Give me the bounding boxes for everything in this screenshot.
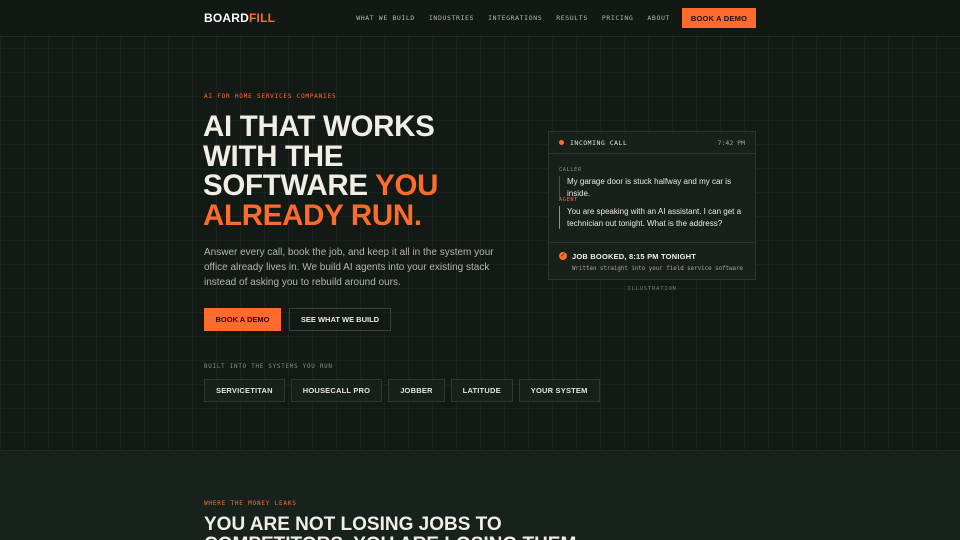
nav-link-integrations[interactable]: INTEGRATIONS bbox=[488, 14, 542, 22]
logo-text-fill: FILL bbox=[249, 11, 276, 25]
incoming-call-card: INCOMING CALL 7:42 PM CALLER My garage d… bbox=[548, 131, 756, 280]
integration-chip-your-system[interactable]: YOUR SYSTEM bbox=[518, 379, 600, 402]
hero-description: Answer every call, book the job, and kee… bbox=[204, 247, 494, 288]
integration-chip-jobber[interactable]: JOBBER bbox=[388, 379, 445, 402]
hero-headline: AI THAT WORKS WITH THE SOFTWARE YOU ALRE… bbox=[203, 112, 503, 230]
call-card-header: INCOMING CALL 7:42 PM bbox=[549, 132, 755, 154]
integration-chip-housecall-pro[interactable]: HOUSECALL PRO bbox=[290, 379, 383, 402]
call-card-title: INCOMING CALL bbox=[570, 139, 628, 147]
nav-link-results[interactable]: RESULTS bbox=[556, 14, 588, 22]
hero-see-what-we-build-button[interactable]: SEE WHAT WE BUILD bbox=[289, 308, 391, 331]
job-booked-subtext: Written straight into your field service… bbox=[572, 266, 744, 272]
integrations-label: BUILT INTO THE SYSTEMS YOU RUN bbox=[204, 364, 333, 370]
nav-link-about[interactable]: ABOUT bbox=[647, 14, 670, 22]
hero-eyebrow: AI FOR HOME SERVICES COMPANIES bbox=[204, 93, 337, 100]
agent-message: You are speaking with an AI assistant. I… bbox=[559, 206, 749, 229]
integration-chip-servicetitan[interactable]: SERVICETITAN bbox=[204, 379, 285, 402]
nav-book-demo-button[interactable]: BOOK A DEMO bbox=[682, 8, 756, 28]
nav-links: WHAT WE BUILD INDUSTRIES INTEGRATIONS RE… bbox=[356, 14, 670, 22]
agent-label: AGENT bbox=[559, 197, 578, 203]
brand-logo[interactable]: BOARDFILL bbox=[204, 11, 275, 25]
headline-line-2: WITH THE bbox=[203, 139, 344, 173]
job-booked-text: JOB BOOKED, 8:15 PM TONIGHT bbox=[572, 252, 697, 261]
job-booked-footer: ✓ JOB BOOKED, 8:15 PM TONIGHT Written st… bbox=[549, 242, 755, 280]
section2-headline: YOU ARE NOT LOSING JOBS TO COMPETITORS. … bbox=[204, 514, 576, 540]
integration-chips: SERVICETITAN HOUSECALL PRO JOBBER LATITU… bbox=[204, 379, 600, 402]
live-dot-icon bbox=[559, 140, 564, 145]
hero-book-demo-button[interactable]: BOOK A DEMO bbox=[204, 308, 281, 331]
call-card-time: 7:42 PM bbox=[717, 139, 745, 147]
nav-link-industries[interactable]: INDUSTRIES bbox=[429, 14, 474, 22]
headline-line-3b: YOU bbox=[375, 169, 439, 202]
headline-line-4: ALREADY RUN. bbox=[203, 198, 422, 232]
logo-text-board: BOARD bbox=[204, 11, 249, 25]
headline-line-1: AI THAT WORKS bbox=[203, 110, 435, 143]
nav-link-pricing[interactable]: PRICING bbox=[602, 14, 634, 22]
caller-label: CALLER bbox=[559, 167, 582, 173]
headline-line-3a: SOFTWARE bbox=[203, 169, 376, 202]
page: BOARDFILL WHAT WE BUILD INDUSTRIES INTEG… bbox=[0, 0, 960, 540]
money-leaks-section: WHERE THE MONEY LEAKS YOU ARE NOT LOSING… bbox=[0, 450, 960, 540]
top-nav: BOARDFILL WHAT WE BUILD INDUSTRIES INTEG… bbox=[0, 0, 960, 37]
integration-chip-latitude[interactable]: LATITUDE bbox=[450, 379, 513, 402]
check-circle-icon: ✓ bbox=[559, 252, 567, 260]
illustration-caption: ILLUSTRATION bbox=[627, 286, 677, 292]
nav-link-what-we-build[interactable]: WHAT WE BUILD bbox=[356, 14, 415, 22]
caller-message: My garage door is stuck halfway and my c… bbox=[559, 176, 749, 199]
section2-eyebrow: WHERE THE MONEY LEAKS bbox=[204, 500, 297, 507]
